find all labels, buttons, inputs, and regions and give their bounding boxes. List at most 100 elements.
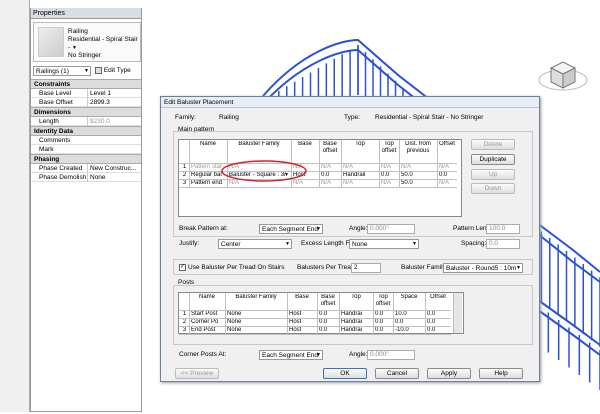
grid-cell[interactable]: 0.0 [375, 326, 392, 334]
cancel-button[interactable]: Cancel [375, 368, 419, 379]
property-key: Comments [39, 137, 71, 144]
apply-button[interactable]: Apply [427, 368, 471, 379]
grid-cell[interactable]: N/A [321, 163, 340, 171]
property-value[interactable]: 2899.3 [87, 98, 141, 107]
corner-angle-field[interactable]: 0.000° [367, 350, 415, 360]
grid-cell[interactable]: 0.0 [319, 326, 338, 334]
grid-cell[interactable]: 50.0 [401, 171, 436, 179]
property-value[interactable]: $230.0 [87, 117, 141, 126]
grid-cell[interactable]: 0.0 [427, 310, 450, 318]
break-pattern-select[interactable]: Each Segment End ▼ [259, 224, 323, 234]
chevron-down-icon: ▼ [285, 241, 290, 247]
grid-cell[interactable]: Start Post [191, 310, 224, 318]
property-row[interactable]: Length $230.0 [31, 117, 141, 126]
grid-cell[interactable]: 0.0 [375, 318, 392, 326]
grid-cell[interactable]: N/A [439, 179, 456, 187]
grid-cell[interactable]: None [227, 318, 286, 326]
property-value[interactable]: New Construc... [87, 164, 141, 173]
grid-cell[interactable]: N/A [401, 163, 436, 171]
property-row[interactable]: Phase Demolish... None [31, 173, 141, 182]
property-row[interactable]: Base Offset 2899.3 [31, 98, 141, 107]
grid-cell[interactable]: 0.0 [427, 326, 450, 334]
grid-cell[interactable]: Corner Po [191, 318, 224, 326]
help-button[interactable]: Help [479, 368, 523, 379]
grid-cell[interactable]: N/A [381, 179, 398, 187]
corner-posts-label: Corner Posts At: [179, 351, 227, 358]
property-value[interactable]: None [87, 173, 141, 182]
family-value: Railing [219, 114, 239, 121]
baluster-family-select[interactable]: Baluster - Round5 : 10m ▼ [443, 263, 523, 273]
grid-cell[interactable]: 0.0 [319, 310, 338, 318]
duplicate-button[interactable]: Duplicate [471, 154, 515, 165]
property-row[interactable]: Phase Created New Construc... [31, 164, 141, 173]
row-number: 1 [182, 311, 187, 317]
property-key: Base Level [39, 90, 72, 97]
grid-cell[interactable]: N/A [343, 163, 378, 171]
properties-title: Properties [31, 8, 141, 19]
up-button[interactable]: Up [471, 169, 515, 180]
grid-cell[interactable]: 0.0 [439, 171, 456, 179]
grid-cell[interactable]: Host [289, 310, 316, 318]
property-row[interactable]: Comments [31, 136, 141, 145]
use-baluster-checkbox[interactable]: ✓ [179, 264, 186, 271]
property-group-header[interactable]: Dimensions [31, 107, 141, 117]
preview-button[interactable]: << Preview [175, 368, 219, 379]
grid-cell[interactable]: None [227, 310, 286, 318]
posts-scrollbar[interactable] [453, 293, 462, 333]
grid-cell[interactable]: 0.0 [321, 171, 340, 179]
grid-cell[interactable]: Handrai [341, 326, 372, 334]
property-group-header[interactable]: Phasing [31, 154, 141, 164]
grid-cell[interactable]: Host [289, 326, 316, 334]
column-header: Baluster Family [238, 141, 280, 147]
type-value: Residential - Spiral Stair - No Stringer [375, 114, 484, 121]
grid-cell[interactable]: 0.0 [427, 318, 450, 326]
grid-cell[interactable]: Handrai [341, 310, 372, 318]
grid-cell[interactable]: 10.0 [395, 310, 424, 318]
spacing-field[interactable]: 0.0 [486, 239, 520, 249]
excess-length-select[interactable]: None ▼ [349, 239, 419, 249]
corner-posts-select[interactable]: Each Segment End ▼ [259, 350, 323, 360]
grid-cell[interactable]: N/A [381, 163, 398, 171]
property-value[interactable]: Level 1 [87, 89, 141, 98]
delete-button[interactable]: Delete [471, 139, 515, 150]
column-header: Base [298, 141, 312, 147]
chevron-down-icon: ▼ [316, 226, 321, 232]
column-header: Top offset [375, 294, 391, 307]
row-number: 1 [182, 164, 187, 170]
justify-select[interactable]: Center ▼ [218, 239, 292, 249]
grid-cell[interactable]: 50.0 [401, 179, 436, 187]
grid-cell[interactable]: 0.0 [381, 171, 398, 179]
grid-cell[interactable]: Handrail [343, 171, 378, 179]
row-number: 2 [182, 172, 187, 178]
grid-cell[interactable]: Handrai [341, 318, 372, 326]
grid-cell[interactable]: N/A [343, 179, 378, 187]
grid-cell[interactable]: 0.0 [375, 310, 392, 318]
type-label: Type: [344, 114, 360, 121]
grid-cell[interactable]: Host [289, 318, 316, 326]
pattern-length-field[interactable]: 100.0 [486, 224, 520, 234]
grid-cell[interactable]: -10.0 [395, 326, 424, 334]
angle-field[interactable]: 0.000° [367, 224, 415, 234]
grid-cell[interactable]: N/A [321, 179, 340, 187]
property-row[interactable]: Mark [31, 145, 141, 154]
per-tread-label: Balusters Per Tread: [297, 264, 357, 271]
grid-cell[interactable]: End Post [191, 326, 224, 334]
grid-cell[interactable]: None [227, 326, 286, 334]
column-header: Top offset [381, 141, 397, 154]
type-selector[interactable]: Railing Residential - Spiral Stair - ▼ N… [33, 22, 141, 62]
grid-cell[interactable]: 0.0 [319, 318, 338, 326]
instance-filter-select[interactable]: Railings (1) ▼ [33, 66, 91, 76]
edit-type-button[interactable]: Edit Type [95, 67, 131, 74]
grid-cell[interactable]: N/A [439, 163, 456, 171]
per-tread-field[interactable]: 2 [351, 263, 381, 273]
grid-cell[interactable]: 0.0 [395, 318, 424, 326]
property-group-header[interactable]: Identity Data [31, 126, 141, 136]
down-button[interactable]: Down [471, 183, 515, 194]
dialog-title: Edit Baluster Placement [161, 97, 539, 108]
column-header: Base offset [322, 141, 338, 154]
ok-button[interactable]: OK [323, 368, 367, 379]
property-row[interactable]: Base Level Level 1 [31, 89, 141, 98]
column-header: Offset [430, 294, 446, 300]
chevron-down-icon: ▼ [316, 352, 321, 358]
property-group-header[interactable]: Constraints [31, 79, 141, 89]
